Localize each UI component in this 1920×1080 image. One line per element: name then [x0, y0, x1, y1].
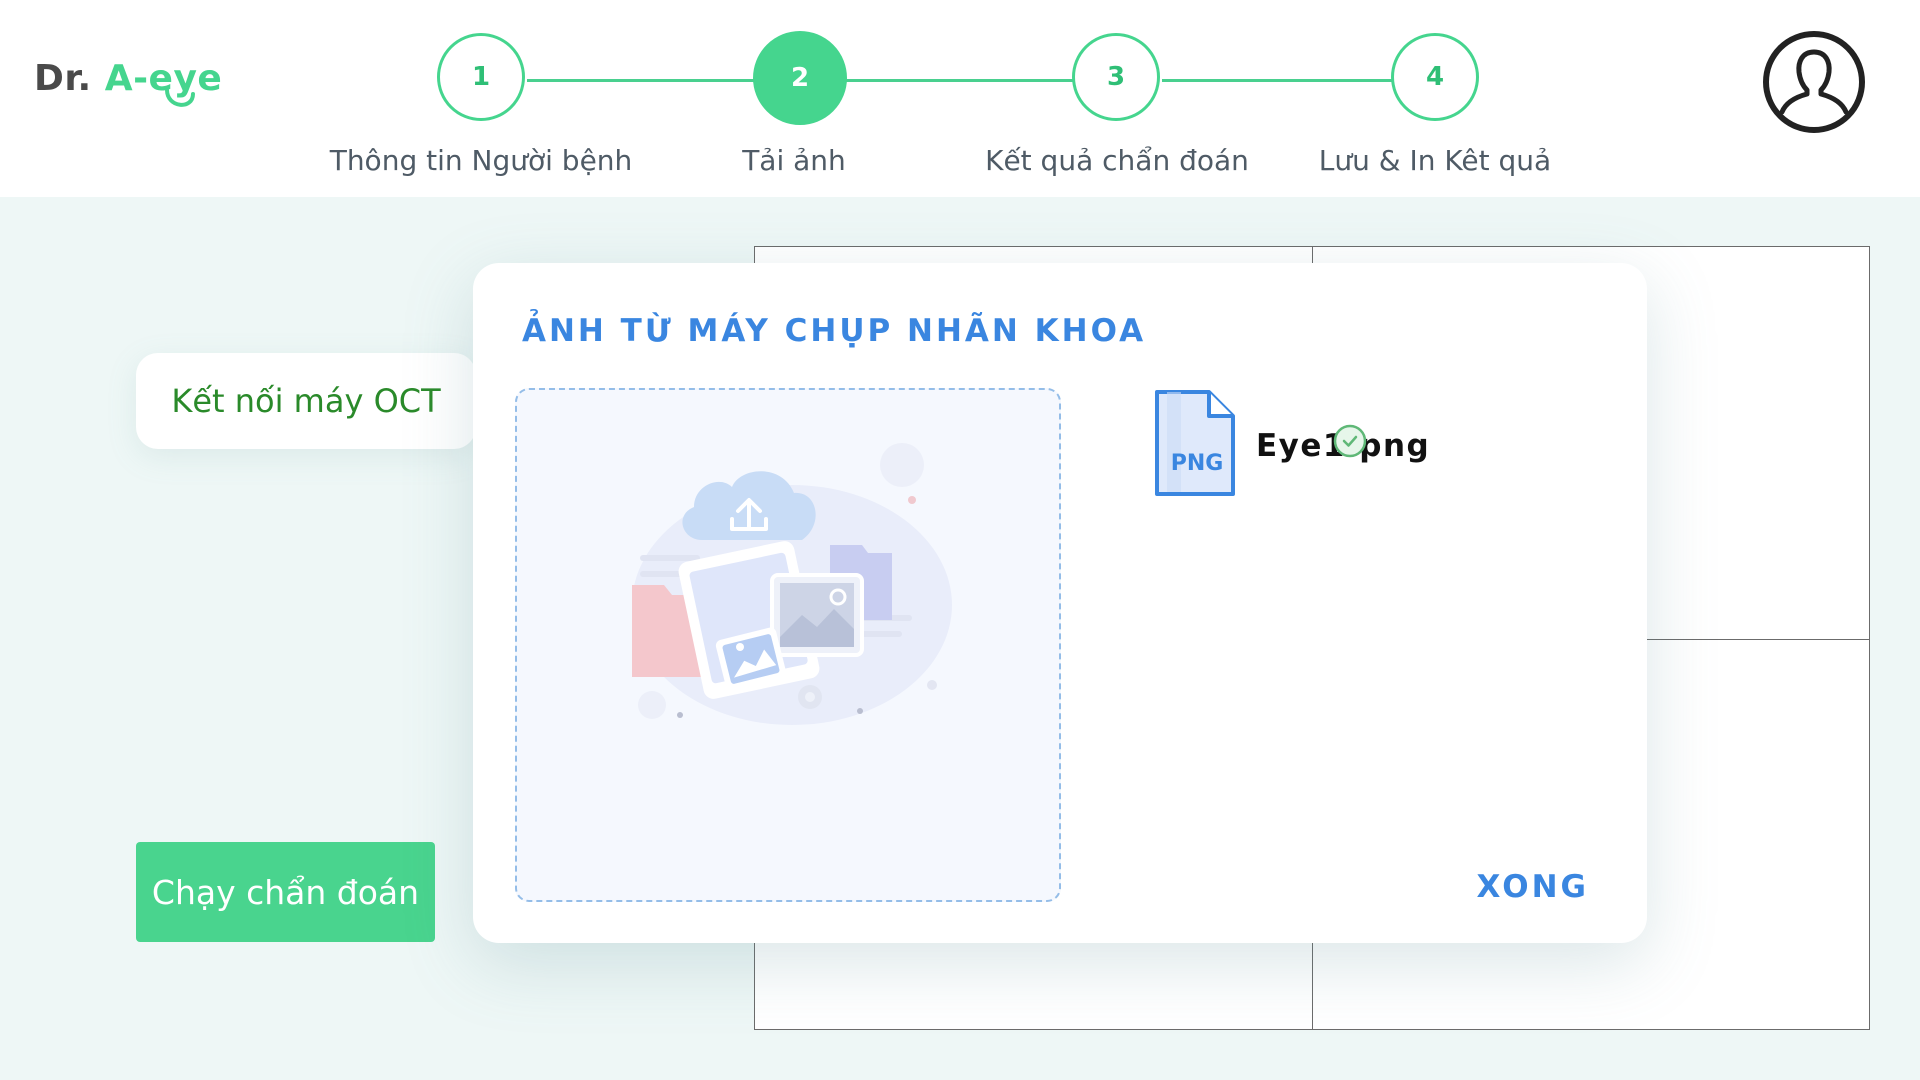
file-list-item[interactable]: PNG Eye1.png [1153, 388, 1593, 498]
user-avatar-icon[interactable] [1762, 30, 1866, 134]
check-circle-icon [1333, 424, 1367, 458]
step-2-label: Tải ảnh [742, 144, 846, 177]
step-2-circle[interactable]: 2 [753, 31, 847, 125]
modal-title: ẢNH TỪ MÁY CHỤP NHÃN KHOA [522, 313, 1147, 349]
step-1-label: Thông tin Người bệnh [329, 144, 633, 177]
stethoscope-icon [165, 88, 195, 107]
file-type-label: PNG [1171, 451, 1224, 476]
logo-prefix: Dr. [34, 58, 92, 99]
run-diagnosis-button[interactable]: Chạy chẩn đoán [136, 842, 435, 942]
step-connector-1-2 [527, 79, 757, 82]
step-1-circle[interactable]: 1 [437, 33, 525, 121]
upload-illustration-icon [632, 443, 952, 725]
upload-dropzone[interactable] [515, 388, 1061, 902]
step-4-label: Lưu & In Kêt quả [1318, 144, 1552, 177]
step-connector-3-4 [1162, 79, 1392, 82]
png-file-icon[interactable]: PNG [1153, 388, 1237, 498]
header: Dr. A-eye 1 2 3 4 Thông tin Người bệnh T… [0, 0, 1920, 197]
step-connector-2-3 [846, 79, 1074, 82]
connect-oct-button[interactable]: Kết nối máy OCT [136, 353, 476, 449]
step-3-label: Kết quả chẩn đoán [985, 144, 1249, 177]
done-button[interactable]: XONG [1476, 869, 1589, 905]
step-3-circle[interactable]: 3 [1072, 33, 1160, 121]
step-4-circle[interactable]: 4 [1391, 33, 1479, 121]
upload-modal: ẢNH TỪ MÁY CHỤP NHÃN KHOA PNG XONG [473, 263, 1647, 943]
